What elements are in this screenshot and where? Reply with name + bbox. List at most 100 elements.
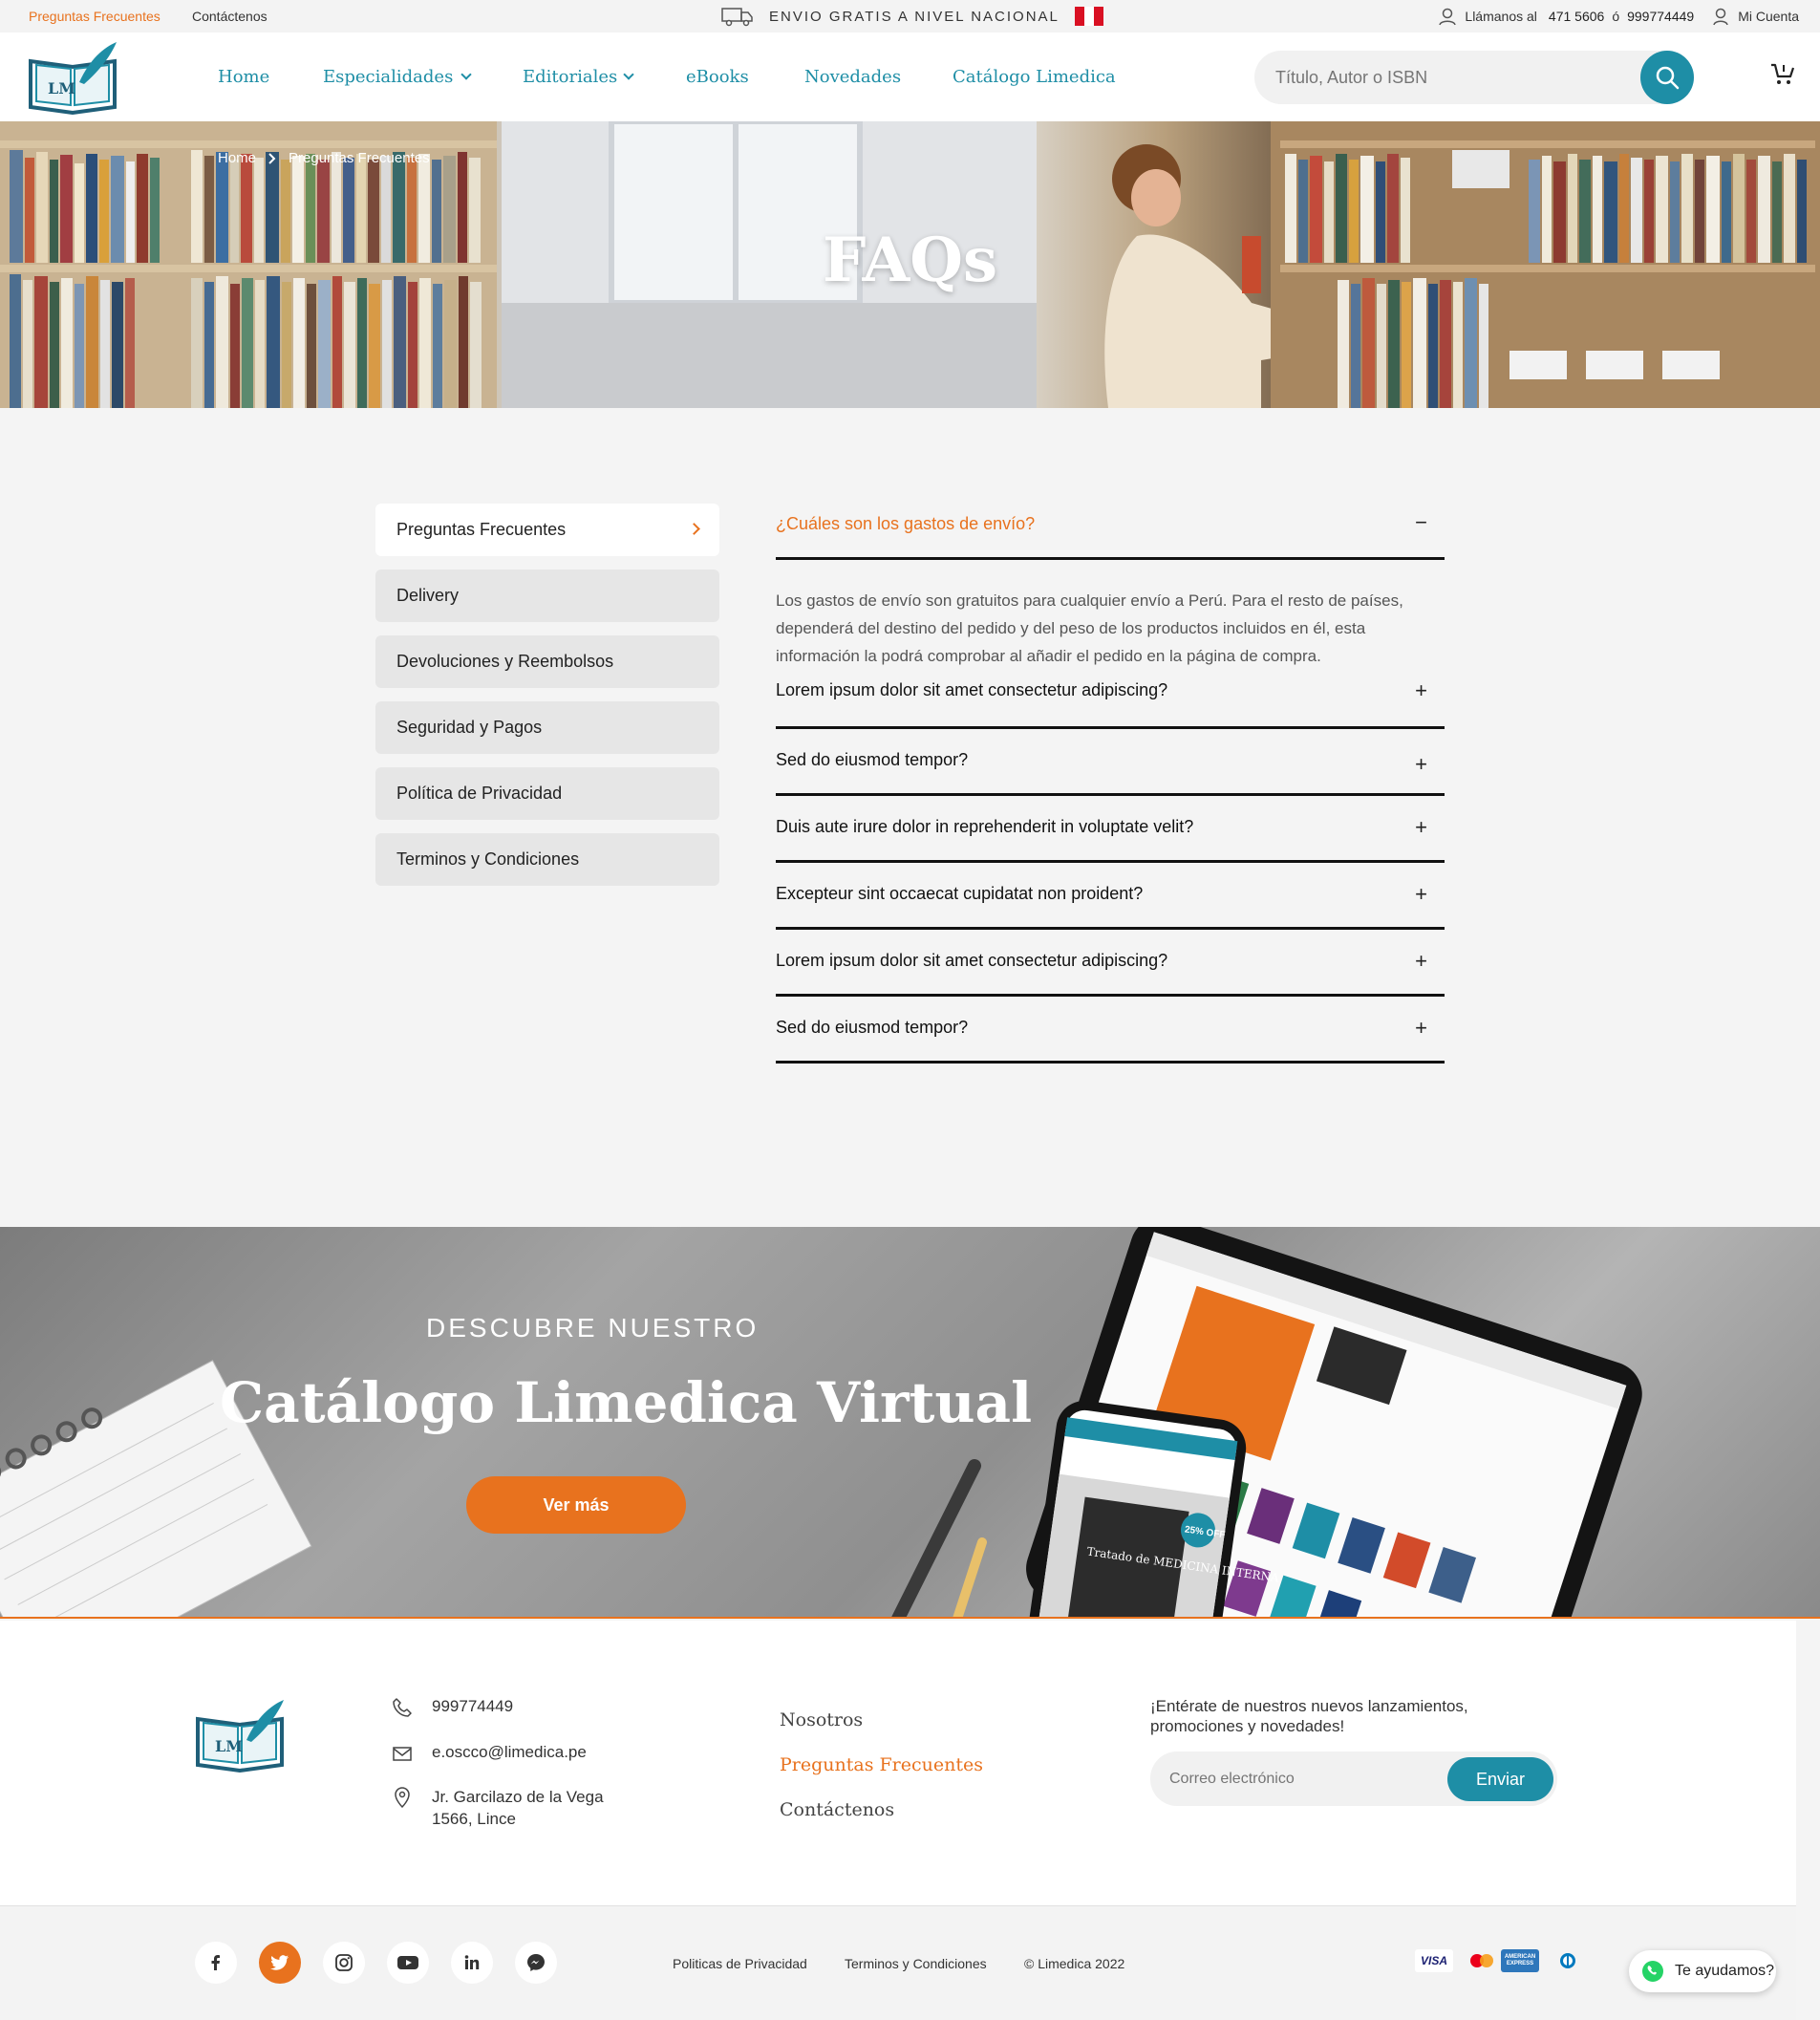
sidebar-item-terms[interactable]: Terminos y Condiciones xyxy=(375,833,719,886)
faq-accordion: ¿Cuáles son los gastos de envío? − Los g… xyxy=(776,504,1445,1064)
footer-link-nosotros[interactable]: Nosotros xyxy=(780,1709,863,1730)
minus-icon[interactable]: − xyxy=(1415,510,1427,535)
newsletter-text: ¡Entérate de nuestros nuevos lanzamiento… xyxy=(1150,1697,1468,1735)
faq-item-open[interactable]: ¿Cuáles son los gastos de envío? − xyxy=(776,504,1445,560)
search-input[interactable] xyxy=(1275,51,1629,104)
plus-icon[interactable]: + xyxy=(1415,949,1427,974)
mastercard-icon xyxy=(1463,1949,1501,1972)
footer-link-faq[interactable]: Preguntas Frecuentes xyxy=(780,1754,983,1775)
footer-logo[interactable]: LM xyxy=(194,1697,286,1778)
whatsapp-icon xyxy=(1642,1961,1663,1982)
faq-item[interactable]: Sed do eiusmod tempor? + xyxy=(776,729,1445,796)
plus-icon[interactable]: + xyxy=(1415,678,1427,703)
footer-phone: 999774449 xyxy=(392,1697,513,1718)
sidebar-item-faq[interactable]: Preguntas Frecuentes xyxy=(375,504,719,556)
bottom-link-terms[interactable]: Terminos y Condiciones xyxy=(845,1956,987,1971)
page-title: FAQs xyxy=(822,225,998,296)
faq-question[interactable]: ¿Cuáles son los gastos de envío? xyxy=(776,514,1073,534)
mail-icon xyxy=(393,1747,412,1761)
ver-mas-button[interactable]: Ver más xyxy=(466,1476,686,1534)
menu-home[interactable]: Home xyxy=(218,67,269,87)
faq-item[interactable]: Excepteur sint occaecat cupidatat non pr… xyxy=(776,863,1445,930)
sidebar-item-label: Seguridad y Pagos xyxy=(396,718,543,737)
faq-question[interactable]: Excepteur sint occaecat cupidatat non pr… xyxy=(776,884,1181,904)
or-text: ó xyxy=(1612,9,1620,24)
breadcrumb-current: Preguntas Frecuentes xyxy=(289,150,430,166)
menu-catalogo[interactable]: Catálogo Limedica xyxy=(953,67,1116,87)
amex-icon: AMERICAN EXPRESS xyxy=(1501,1949,1539,1972)
my-account-link[interactable]: Mi Cuenta xyxy=(1738,9,1799,24)
address-line-2: 1566, Lince xyxy=(432,1810,516,1828)
menu-editoriales[interactable]: Editoriales xyxy=(523,67,634,87)
twitter-link[interactable] xyxy=(259,1942,301,1984)
plus-icon[interactable]: + xyxy=(1415,882,1427,907)
catalog-banner: Tratado de MEDICINA INTERNA 25% OFF DESC… xyxy=(0,1227,1820,1619)
faq-question[interactable]: Lorem ipsum dolor sit amet consectetur a… xyxy=(776,951,1206,971)
truck-icon xyxy=(721,8,753,27)
top-bar: Preguntas Frecuentes Contáctenos ENVIO G… xyxy=(0,0,1820,32)
faq-question[interactable]: Sed do eiusmod tempor? xyxy=(776,750,1006,770)
breadcrumb: Home Preguntas Frecuentes xyxy=(218,150,430,166)
instagram-link[interactable] xyxy=(323,1942,365,1984)
logo-book-icon: LM xyxy=(196,1700,284,1773)
plus-icon[interactable]: + xyxy=(1415,1016,1427,1041)
user-icon xyxy=(1439,8,1457,26)
sidebar-item-label: Terminos y Condiciones xyxy=(396,849,580,869)
faq-item[interactable]: Duis aute irure dolor in reprehenderit i… xyxy=(776,796,1445,863)
sidebar-item-label: Preguntas Frecuentes xyxy=(396,520,567,539)
chevron-down-icon xyxy=(460,69,472,80)
logo-text: LM xyxy=(48,79,75,97)
sidebar-item-delivery[interactable]: Delivery xyxy=(375,569,719,622)
plus-icon[interactable]: + xyxy=(1415,752,1427,777)
faq-question[interactable]: Sed do eiusmod tempor? xyxy=(776,1018,1006,1038)
faq-item[interactable]: Sed do eiusmod tempor? + xyxy=(776,997,1445,1064)
breadcrumb-home[interactable]: Home xyxy=(218,150,256,166)
faq-item[interactable]: Lorem ipsum dolor sit amet consectetur a… xyxy=(776,930,1445,997)
menu-novedades[interactable]: Novedades xyxy=(804,67,901,87)
search-button[interactable] xyxy=(1640,51,1694,104)
faq-question[interactable]: Lorem ipsum dolor sit amet consectetur a… xyxy=(776,680,1206,700)
location-pin-icon xyxy=(395,1787,410,1809)
banner-title: Catálogo Limedica Virtual xyxy=(220,1370,1033,1435)
plus-icon[interactable]: + xyxy=(1415,815,1427,840)
menu-especialidades[interactable]: Especialidades xyxy=(323,67,472,87)
sidebar-item-label: Delivery xyxy=(396,586,460,605)
youtube-icon xyxy=(397,1956,418,1969)
footer-phone-number[interactable]: 999774449 xyxy=(432,1697,513,1716)
youtube-link[interactable] xyxy=(387,1942,429,1984)
call-label: Llámanos al xyxy=(1465,9,1537,24)
whatsapp-chat-button[interactable]: Te ayudamos? xyxy=(1629,1950,1776,1992)
messenger-icon xyxy=(527,1954,545,1971)
phone-2[interactable]: 999774449 xyxy=(1627,9,1694,24)
copyright-text: © Limedica 2022 xyxy=(1024,1956,1125,1971)
newsletter-email-input[interactable] xyxy=(1169,1751,1418,1806)
search-icon xyxy=(1656,66,1680,90)
sidebar-item-security[interactable]: Seguridad y Pagos xyxy=(375,701,719,754)
amex-label: AMERICAN EXPRESS xyxy=(1504,1954,1536,1966)
footer-link-contact[interactable]: Contáctenos xyxy=(780,1799,894,1820)
linkedin-link[interactable] xyxy=(451,1942,493,1984)
faq-item[interactable]: Lorem ipsum dolor sit amet consectetur a… xyxy=(776,673,1445,729)
newsletter-send-button[interactable]: Enviar xyxy=(1447,1757,1553,1801)
menu-ebooks[interactable]: eBooks xyxy=(686,67,749,87)
facebook-icon xyxy=(211,1955,220,1970)
banner-subtitle: DESCUBRE NUESTRO xyxy=(426,1313,760,1343)
topbar-link-contact[interactable]: Contáctenos xyxy=(192,9,268,24)
phone-1[interactable]: 471 5606 xyxy=(1549,9,1604,24)
sidebar-item-returns[interactable]: Devoluciones y Reembolsos xyxy=(375,635,719,688)
topbar-link-faq[interactable]: Preguntas Frecuentes xyxy=(29,9,161,24)
faq-answer: Los gastos de envío son gratuitos para c… xyxy=(776,591,1403,665)
site-logo[interactable]: LM xyxy=(27,40,118,119)
footer-email-address[interactable]: e.oscco@limedica.pe xyxy=(432,1743,587,1762)
shipping-text: ENVIO GRATIS A NIVEL NACIONAL xyxy=(769,8,1060,25)
cart-button[interactable] xyxy=(1767,59,1796,93)
faq-question[interactable]: Duis aute irure dolor in reprehenderit i… xyxy=(776,817,1231,837)
facebook-link[interactable] xyxy=(195,1942,237,1984)
messenger-link[interactable] xyxy=(515,1942,557,1984)
sidebar-item-privacy[interactable]: Política de Privacidad xyxy=(375,767,719,820)
main-nav: LM Home Especialidades Editoriales eBook… xyxy=(0,32,1820,121)
bottom-link-privacy[interactable]: Politicas de Privacidad xyxy=(673,1956,807,1971)
bottom-bar: Politicas de Privacidad Terminos y Condi… xyxy=(0,1905,1796,2020)
search-box xyxy=(1254,51,1694,104)
hero-banner: Home Preguntas Frecuentes FAQs xyxy=(0,121,1820,408)
